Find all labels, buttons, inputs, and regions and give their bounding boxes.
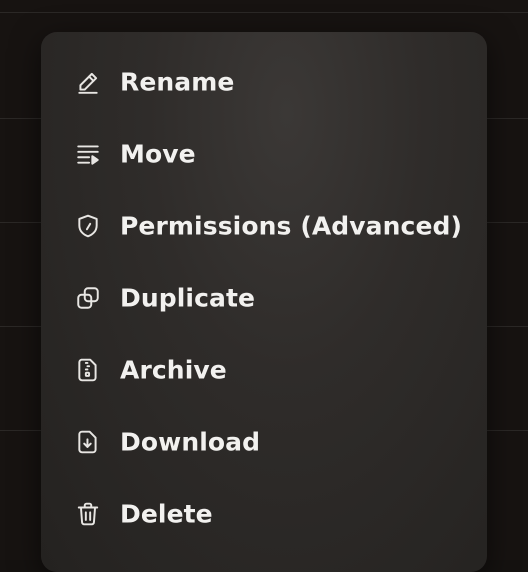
- menu-item-download[interactable]: Download: [41, 414, 487, 470]
- context-menu: Rename Move Permissions (Advanced) Dupli…: [41, 32, 487, 572]
- menu-item-archive[interactable]: Archive: [41, 342, 487, 398]
- download-file-icon: [73, 427, 103, 457]
- menu-item-duplicate[interactable]: Duplicate: [41, 270, 487, 326]
- menu-item-move[interactable]: Move: [41, 126, 487, 182]
- background-divider: [0, 12, 528, 13]
- menu-item-label: Permissions (Advanced): [120, 211, 463, 241]
- menu-item-label: Archive: [120, 355, 227, 385]
- menu-item-label: Download: [120, 427, 261, 457]
- trash-icon: [73, 499, 103, 529]
- move-list-icon: [73, 139, 103, 169]
- menu-item-label: Move: [120, 139, 196, 169]
- shield-icon: [73, 211, 103, 241]
- menu-item-label: Rename: [120, 67, 235, 97]
- duplicate-icon: [73, 283, 103, 313]
- menu-item-label: Delete: [120, 499, 213, 529]
- archive-file-icon: [73, 355, 103, 385]
- menu-item-delete[interactable]: Delete: [41, 486, 487, 542]
- menu-item-permissions[interactable]: Permissions (Advanced): [41, 198, 487, 254]
- menu-item-rename[interactable]: Rename: [41, 54, 487, 110]
- menu-item-label: Duplicate: [120, 283, 256, 313]
- pencil-icon: [73, 67, 103, 97]
